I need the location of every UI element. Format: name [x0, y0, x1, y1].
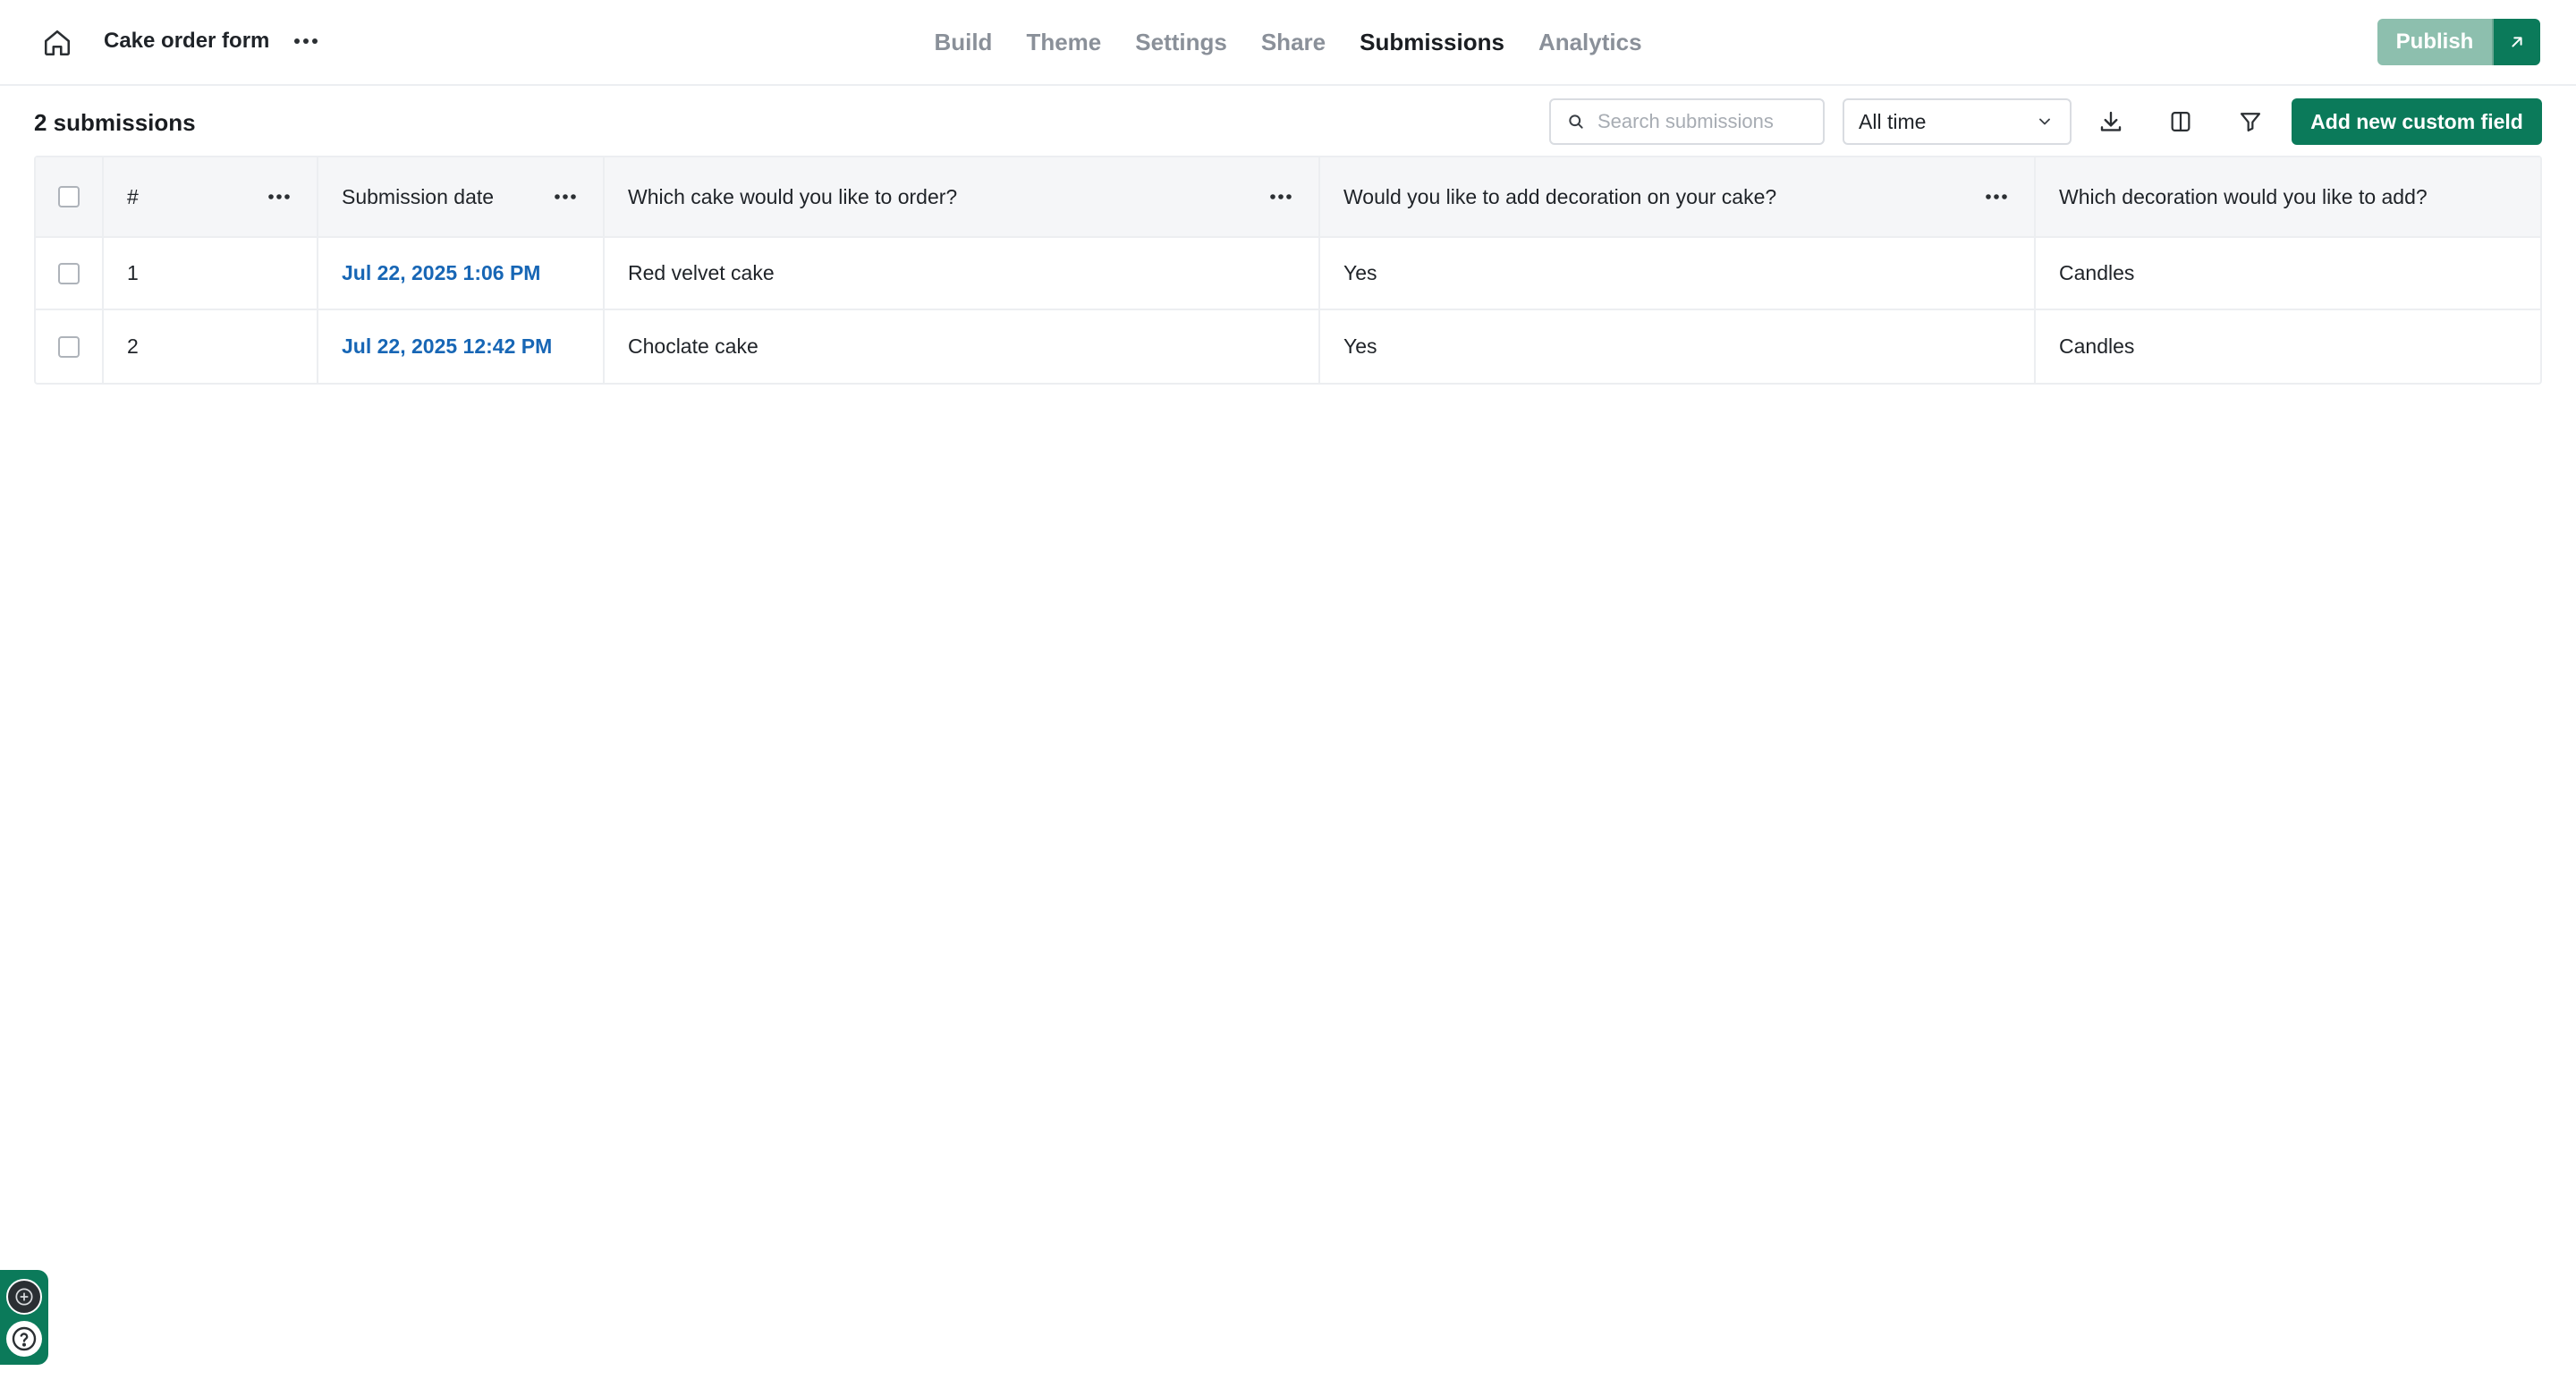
row-checkbox-cell [36, 238, 104, 309]
download-button[interactable] [2091, 102, 2131, 141]
column-menu-button[interactable] [261, 183, 297, 210]
cell-number: 1 [104, 238, 318, 309]
date-range-value: All time [1859, 109, 1927, 133]
download-icon [2100, 111, 2122, 131]
add-custom-field-button[interactable]: Add new custom field [2292, 98, 2542, 145]
arrow-up-right-icon [2512, 37, 2522, 47]
avatar[interactable] [6, 1278, 42, 1315]
top-bar: Cake order form Build Theme Settings Sha… [0, 0, 2576, 86]
row-checkbox[interactable] [58, 262, 80, 284]
tab-settings[interactable]: Settings [1135, 26, 1227, 58]
tab-share[interactable]: Share [1261, 26, 1326, 58]
columns-icon [2171, 111, 2190, 132]
cell-cake: Red velvet cake [605, 238, 1320, 309]
cell-cake: Choclate cake [605, 310, 1320, 383]
cell-decoration: Yes [1320, 310, 2036, 383]
publish-button[interactable]: Publish [2377, 19, 2494, 65]
home-button[interactable] [38, 23, 77, 63]
select-all-checkbox[interactable] [58, 186, 80, 207]
publish-group: Publish [2377, 19, 2540, 65]
home-icon [44, 30, 71, 56]
open-form-button[interactable] [2494, 19, 2540, 65]
filter-icon [2240, 113, 2261, 132]
tab-analytics[interactable]: Analytics [1538, 26, 1642, 58]
column-header-decoration: Would you like to add decoration on your… [1320, 157, 2036, 236]
header-checkbox-cell [36, 157, 104, 236]
cell-submission-date: Jul 22, 2025 1:06 PM [318, 238, 605, 309]
submissions-table: # Submission date Which cake would you l… [34, 156, 2542, 385]
form-title[interactable]: Cake order form [104, 27, 269, 55]
row-checkbox-cell [36, 310, 104, 383]
column-header-number: # [104, 157, 318, 236]
table-row[interactable]: 2 Jul 22, 2025 12:42 PM Choclate cake Ye… [36, 310, 2540, 383]
columns-button[interactable] [2161, 102, 2200, 141]
more-horizontal-icon [268, 194, 290, 199]
avatar-badge-icon [15, 1287, 33, 1306]
tab-submissions[interactable]: Submissions [1360, 26, 1504, 58]
column-header-label: Which cake would you like to order? [628, 184, 958, 208]
table-header-row: # Submission date Which cake would you l… [36, 157, 2540, 238]
column-header-label: Submission date [342, 184, 495, 208]
search-input[interactable] [1597, 110, 1812, 133]
more-horizontal-icon [555, 194, 576, 199]
submissions-count: 2 submissions [34, 109, 196, 136]
more-horizontal-icon [1986, 194, 2007, 199]
cell-which-decoration: Candles [2059, 334, 2135, 358]
cell-submission-date: Jul 22, 2025 12:42 PM [318, 310, 605, 383]
column-menu-button[interactable] [1263, 183, 1299, 210]
search-box[interactable] [1549, 98, 1825, 145]
cell-decoration: Yes [1320, 238, 2036, 309]
cell-number: 2 [104, 310, 318, 383]
filter-button[interactable] [2231, 102, 2270, 141]
tab-theme[interactable]: Theme [1026, 26, 1101, 58]
search-icon [1569, 114, 1583, 129]
row-checkbox[interactable] [58, 335, 80, 358]
column-header-submission-date: Submission date [318, 157, 605, 236]
tab-build[interactable]: Build [934, 26, 992, 58]
submission-date-link[interactable]: Jul 22, 2025 1:06 PM [342, 261, 540, 285]
more-horizontal-icon [1270, 194, 1292, 199]
column-menu-button[interactable] [547, 183, 583, 210]
column-header-cake: Which cake would you like to order? [605, 157, 1320, 236]
chevron-down-icon [2039, 118, 2050, 125]
table-row[interactable]: 1 Jul 22, 2025 1:06 PM Red velvet cake Y… [36, 238, 2540, 310]
more-horizontal-icon [294, 38, 318, 44]
column-header-label: Which decoration would you like to add? [2059, 184, 2428, 208]
date-range-select[interactable]: All time [1843, 98, 2072, 145]
form-options-button[interactable] [286, 25, 326, 57]
support-widget [0, 1270, 48, 1365]
column-header-label: Would you like to add decoration on your… [1343, 184, 1777, 208]
help-button[interactable] [6, 1320, 42, 1357]
column-header-which-decoration: Which decoration would you like to add? [2036, 157, 2540, 236]
column-header-label: # [127, 184, 139, 208]
cell-which-decoration: Candles [2059, 261, 2135, 284]
column-menu-button[interactable] [1979, 183, 2014, 210]
main-nav: Build Theme Settings Share Submissions A… [0, 0, 2576, 84]
help-circle-icon [12, 1326, 37, 1350]
submission-date-link[interactable]: Jul 22, 2025 12:42 PM [342, 334, 552, 359]
